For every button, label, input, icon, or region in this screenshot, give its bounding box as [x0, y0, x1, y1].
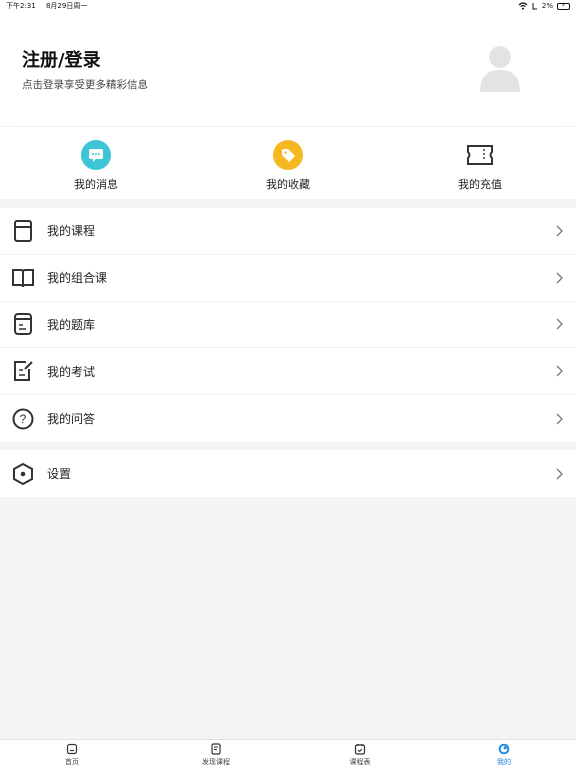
menu-item-qa[interactable]: ? 我的问答: [0, 395, 576, 442]
tab-bar: 首页 发现课程 课程表 我的: [0, 739, 576, 768]
ticket-icon: [465, 140, 495, 170]
tab-discover[interactable]: 发现课程: [176, 743, 256, 767]
chevron-right-icon: [556, 225, 563, 237]
quick-recharge[interactable]: 我的充值: [420, 127, 540, 199]
menu-list: 我的课程 我的组合课 我的题库 我的考试 ? 我的问答: [0, 208, 576, 442]
tag-icon: [273, 140, 303, 170]
settings-row[interactable]: 设置: [0, 450, 576, 497]
exam-icon: [12, 360, 34, 382]
quick-actions: 我的消息 我的收藏 我的充值: [0, 127, 576, 199]
chevron-right-icon: [556, 413, 563, 425]
status-time: 下午2:31: [6, 2, 36, 10]
svg-text:?: ?: [20, 412, 27, 426]
signal-icon: [532, 3, 537, 10]
tab-home[interactable]: 首页: [32, 743, 112, 767]
menu-item-settings[interactable]: 设置: [0, 450, 576, 497]
login-subtitle: 点击登录享受更多精彩信息: [22, 79, 148, 91]
avatar-icon[interactable]: [478, 42, 522, 92]
wifi-icon: [518, 2, 528, 10]
menu-item-exams[interactable]: 我的考试: [0, 348, 576, 396]
profile-icon: [498, 743, 510, 755]
menu-item-label: 设置: [47, 467, 72, 481]
tab-discover-label: 发现课程: [202, 758, 230, 766]
message-icon: [81, 140, 111, 170]
question-bank-icon: [12, 313, 34, 336]
open-book-icon: [12, 267, 34, 289]
quick-favorites[interactable]: 我的收藏: [228, 127, 348, 199]
question-icon: ?: [12, 408, 34, 430]
menu-item-label: 我的题库: [47, 317, 96, 332]
chevron-right-icon: [556, 272, 563, 284]
login-title[interactable]: 注册/登录: [22, 46, 101, 72]
discover-icon: [211, 743, 221, 755]
chevron-right-icon: [556, 468, 563, 479]
home-icon: [66, 743, 78, 755]
quick-favorites-label: 我的收藏: [266, 178, 310, 191]
book-icon: [12, 219, 34, 242]
quick-messages[interactable]: 我的消息: [36, 127, 156, 199]
tab-home-label: 首页: [65, 758, 79, 766]
chevron-right-icon: [556, 319, 563, 330]
status-left: 下午2:31 8月29日周一: [6, 1, 95, 11]
status-bar: 下午2:31 8月29日周一 2% ⚡: [0, 0, 576, 12]
tab-mine[interactable]: 我的: [464, 743, 544, 767]
quick-messages-label: 我的消息: [74, 178, 118, 191]
battery-icon: ⚡: [557, 2, 570, 10]
calendar-icon: [354, 744, 366, 755]
battery-percent: 2%: [541, 2, 553, 10]
status-right: 2% ⚡: [518, 2, 570, 10]
tab-mine-label: 我的: [497, 758, 511, 766]
hexagon-settings-icon: [12, 462, 34, 485]
menu-item-question-bank[interactable]: 我的题库: [0, 302, 576, 349]
menu-item-label: 我的考试: [47, 364, 96, 379]
menu-item-label: 我的课程: [47, 224, 96, 239]
menu-item-label: 我的组合课: [47, 271, 108, 286]
menu-item-combo-courses[interactable]: 我的组合课: [0, 255, 576, 302]
menu-item-label: 我的问答: [47, 412, 96, 427]
menu-item-courses[interactable]: 我的课程: [0, 208, 576, 255]
tab-schedule-label: 课程表: [349, 758, 371, 766]
quick-recharge-label: 我的充值: [458, 178, 502, 191]
tab-schedule[interactable]: 课程表: [320, 743, 400, 767]
status-date: 8月29日周一: [45, 2, 88, 10]
chevron-right-icon: [556, 365, 563, 377]
